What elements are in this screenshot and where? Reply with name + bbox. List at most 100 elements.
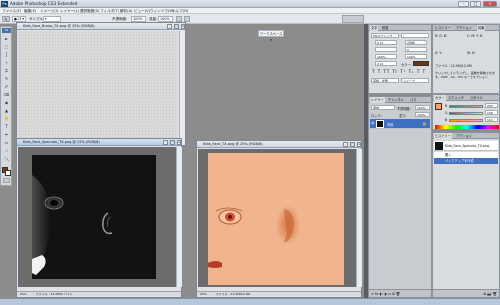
text-color-swatch[interactable]	[413, 61, 429, 66]
zoom-level[interactable]: 25%	[20, 292, 27, 296]
blend-mode-select[interactable]: 通常	[371, 105, 395, 110]
specular-map-image[interactable]	[32, 155, 156, 279]
brush-tool-icon[interactable]: ✐	[2, 83, 11, 90]
doc-minimize-button[interactable]: -	[343, 142, 348, 147]
color-ramp[interactable]	[435, 125, 499, 129]
document-window-bump[interactable]: Kida_Face_Bump_TX.png @ 25% (RGB/8) - □ …	[16, 22, 186, 146]
color-panel-swatch[interactable]	[435, 103, 442, 110]
document-title-color[interactable]: Kida_Face_TX.png @ 25% (RGB/8)	[197, 141, 361, 148]
menu-filter[interactable]: フィルタ(T)	[100, 9, 119, 14]
tab-character[interactable]: 文字	[370, 25, 379, 31]
vertical-scrollbar[interactable]	[179, 31, 185, 145]
history-footer-buttons[interactable]: ⧉ 📷 🗑	[433, 289, 499, 297]
tab-actions[interactable]: アクション	[455, 25, 473, 31]
specular-canvas-area[interactable]	[18, 147, 176, 287]
bump-canvas[interactable]	[18, 31, 178, 145]
menu-help[interactable]: ヘルプ(H)	[172, 9, 188, 14]
doc-minimize-button[interactable]: -	[163, 140, 168, 145]
tab-swatches[interactable]: スウォッチ	[447, 95, 465, 101]
red-value[interactable]: 255	[485, 103, 498, 108]
menu-file[interactable]: ファイル(F)	[2, 9, 21, 14]
workspace-button[interactable]: ワークスペース ▾	[258, 30, 284, 42]
vertical-scrollbar[interactable]	[176, 147, 182, 287]
shape-tool-icon[interactable]: ▭	[2, 139, 11, 146]
anti-alias-select[interactable]: シャープ	[401, 78, 429, 83]
tab-layers[interactable]: レイヤー	[370, 97, 385, 103]
tab-info[interactable]: 情報	[477, 25, 486, 31]
zoom-tool-icon[interactable]: 🔍	[2, 155, 11, 162]
history-snapshot[interactable]: Kida_Face_Specular_TX.png	[434, 141, 498, 151]
red-slider[interactable]	[449, 105, 483, 108]
clone-stamp-tool-icon[interactable]: ◉	[2, 99, 11, 106]
tab-paragraph[interactable]: 段落	[381, 25, 389, 31]
magic-wand-tool-icon[interactable]: ✧	[2, 59, 11, 66]
background-color-swatch[interactable]	[5, 170, 11, 176]
doc-maximize-button[interactable]: □	[170, 140, 175, 145]
minimize-button[interactable]: –	[458, 1, 469, 7]
font-size-input[interactable]: 6 pt	[375, 40, 397, 45]
green-slider[interactable]	[449, 112, 483, 115]
history-item-selected[interactable]: バックアップを作成	[434, 158, 498, 164]
green-value[interactable]: 156	[485, 110, 498, 115]
quick-mask-icon[interactable]	[3, 178, 10, 183]
maximize-button[interactable]: □	[470, 1, 481, 7]
leading-input[interactable]: (自動)	[405, 40, 427, 45]
menu-edit[interactable]: 編集(E)	[24, 9, 36, 14]
vertical-scale-input[interactable]: 100%	[375, 54, 397, 59]
menu-layer[interactable]: レイヤー(L)	[60, 9, 79, 14]
tab-styles[interactable]: スタイル	[469, 95, 484, 101]
kerning-input[interactable]	[375, 47, 397, 52]
lasso-tool-icon[interactable]: ʃ	[2, 51, 11, 58]
menu-image[interactable]: イメージ(I)	[40, 9, 58, 14]
doc-close-button[interactable]: ×	[181, 24, 185, 29]
doc-maximize-button[interactable]: □	[174, 24, 179, 29]
tab-channels[interactable]: チャンネル	[387, 97, 405, 103]
horizontal-scale-input[interactable]: 100%	[405, 54, 427, 59]
tab-color[interactable]: カラー	[434, 95, 446, 101]
blue-value[interactable]: 104	[485, 117, 498, 122]
doc-close-button[interactable]: ×	[357, 142, 361, 147]
crop-tool-icon[interactable]: ⌗	[2, 67, 11, 74]
layer-opacity-input[interactable]: 100%	[415, 105, 430, 110]
vertical-scrollbar[interactable]	[356, 149, 362, 287]
menu-view[interactable]: ビュー(V)	[134, 9, 150, 14]
document-window-color[interactable]: Kida_Face_TX.png @ 25% (RGB/8) - □ × 25%…	[196, 140, 362, 298]
move-tool-icon[interactable]: ►	[2, 35, 11, 42]
pen-tool-icon[interactable]: ✒	[2, 131, 11, 138]
tab-actions[interactable]: アクション	[455, 133, 473, 139]
doc-maximize-button[interactable]: □	[350, 142, 355, 147]
tracking-input[interactable]: 0	[405, 47, 427, 52]
language-select[interactable]: 英語 : 米国	[371, 78, 399, 83]
document-window-specular[interactable]: Kida_Face_Specular_TX.png @ 25% (RGB/8) …	[16, 138, 182, 298]
skin-texture-image[interactable]	[208, 153, 344, 285]
color-canvas-area[interactable]	[198, 149, 356, 287]
doc-close-button[interactable]: ×	[177, 140, 181, 145]
zoom-level[interactable]: 25%	[200, 292, 207, 296]
healing-brush-tool-icon[interactable]: ✎	[2, 75, 11, 82]
baseline-shift-input[interactable]: 0 pt	[375, 61, 397, 66]
menu-window[interactable]: ウィンドウ(W)	[150, 9, 174, 14]
document-title-bump[interactable]: Kida_Face_Bump_TX.png @ 25% (RGB/8)	[17, 23, 185, 30]
document-title-specular[interactable]: Kida_Face_Specular_TX.png @ 25% (RGB/8)	[17, 139, 181, 146]
type-tool-icon[interactable]: T	[2, 123, 11, 130]
tab-history[interactable]: ヒストリー	[434, 133, 452, 139]
close-button[interactable]: ×	[483, 1, 497, 7]
tab-paths[interactable]: パス	[409, 97, 417, 103]
brush-tool-icon[interactable]: ✎	[2, 16, 10, 22]
menu-select[interactable]: 選択範囲(S)	[80, 9, 99, 14]
layers-footer-buttons[interactable]: ∞ fx ◐ ◑ ▭ ⧉ 🗑	[369, 289, 431, 297]
palette-well[interactable]	[342, 15, 364, 23]
hand-tool-icon[interactable]: ✋	[2, 115, 11, 122]
tab-history[interactable]: ヒストリー	[434, 25, 452, 31]
fill-input[interactable]: 100%	[415, 112, 430, 117]
text-style-buttons[interactable]: T T TT Tr T¹ T₁ T T	[372, 69, 430, 75]
font-style-select[interactable]: -	[401, 33, 429, 38]
eraser-tool-icon[interactable]: ⌫	[2, 91, 11, 98]
notes-tool-icon[interactable]: ☝	[2, 147, 11, 154]
marquee-tool-icon[interactable]: ⬚	[2, 43, 11, 50]
blue-slider[interactable]	[449, 119, 483, 122]
eye-icon[interactable]: 👁	[371, 121, 375, 126]
menu-analysis[interactable]: 解析(A)	[120, 9, 132, 14]
doc-minimize-button[interactable]: -	[167, 24, 172, 29]
gradient-tool-icon[interactable]: ▲	[2, 107, 11, 114]
